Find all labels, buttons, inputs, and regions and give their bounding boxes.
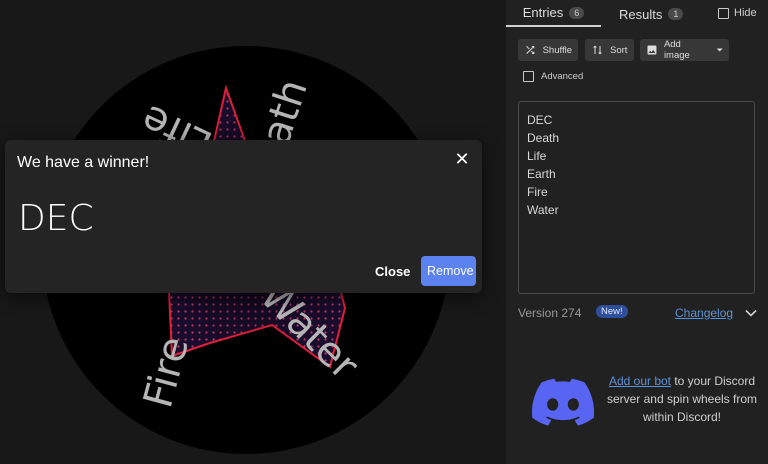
results-count-badge: 1 bbox=[668, 8, 684, 20]
sort-button[interactable]: Sort bbox=[585, 39, 634, 61]
tab-label: Entries bbox=[522, 5, 564, 20]
entries-count-badge: 6 bbox=[569, 6, 585, 19]
checkbox-icon bbox=[523, 71, 534, 82]
side-panel: Entries 6 Results 1 Hide Shuffle Sort Ad… bbox=[506, 0, 768, 464]
entry-line: DEC bbox=[527, 113, 553, 127]
dialog-title: We have a winner! bbox=[17, 154, 150, 171]
sort-icon bbox=[593, 45, 602, 55]
entry-line: Earth bbox=[527, 167, 556, 181]
sort-label: Sort bbox=[610, 44, 628, 56]
tab-label: Results bbox=[619, 6, 663, 22]
entry-line: Water bbox=[527, 203, 559, 217]
tab-entries[interactable]: Entries 6 bbox=[506, 0, 601, 27]
shuffle-button[interactable]: Shuffle bbox=[518, 39, 578, 61]
add-image-label: Add image bbox=[663, 39, 690, 61]
entry-line: Death bbox=[527, 131, 560, 145]
advanced-checkbox[interactable]: Advanced bbox=[523, 71, 583, 82]
add-image-button[interactable]: Add image bbox=[640, 39, 729, 61]
discord-promo: Add our bot to your Discord server and s… bbox=[606, 372, 758, 426]
advanced-label: Advanced bbox=[541, 71, 584, 82]
changelog-link[interactable]: Changelog bbox=[675, 306, 733, 320]
add-bot-link[interactable]: Add our bot bbox=[609, 374, 671, 388]
discord-icon bbox=[532, 378, 594, 426]
remove-button[interactable]: Remove bbox=[421, 256, 476, 286]
entry-line: Fire bbox=[527, 185, 548, 199]
close-icon[interactable]: ✕ bbox=[452, 149, 472, 169]
winner-name: DEC bbox=[18, 198, 94, 239]
hide-label: Hide bbox=[734, 7, 757, 19]
tab-results[interactable]: Results 1 bbox=[619, 0, 685, 28]
image-icon bbox=[647, 45, 657, 55]
chevron-down-icon[interactable] bbox=[745, 307, 757, 319]
caret-down-icon bbox=[716, 48, 723, 52]
hide-checkbox[interactable]: Hide bbox=[718, 7, 757, 19]
version-text: Version 274 bbox=[518, 306, 582, 320]
close-button[interactable]: Close bbox=[369, 257, 413, 285]
entry-line: Life bbox=[527, 149, 547, 163]
shuffle-icon bbox=[526, 46, 535, 54]
winner-dialog: We have a winner! ✕ DEC Close Remove bbox=[5, 140, 482, 293]
new-badge: New! bbox=[596, 305, 628, 318]
checkbox-icon bbox=[718, 7, 729, 19]
entries-textarea[interactable]: DEC Death Life Earth Fire Water bbox=[518, 101, 755, 294]
shuffle-label: Shuffle bbox=[542, 44, 572, 56]
